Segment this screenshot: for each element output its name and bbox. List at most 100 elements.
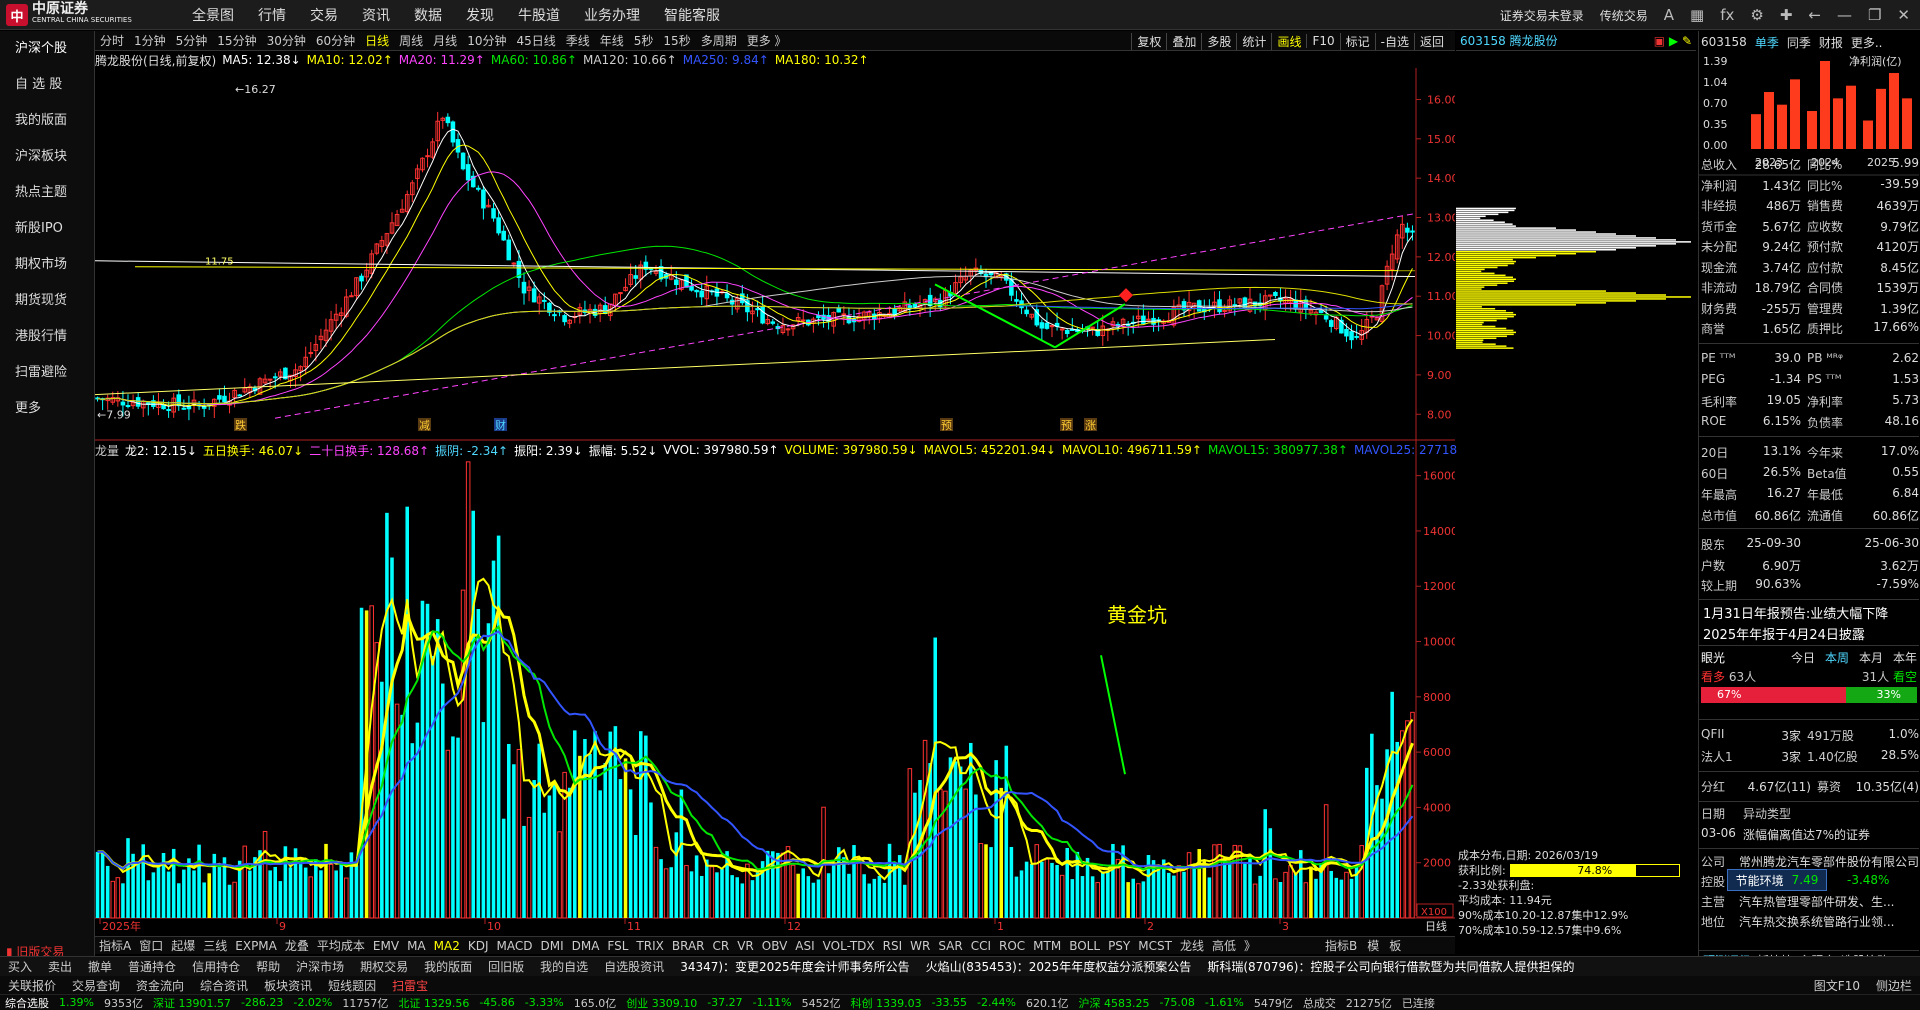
- indicator-tab-13[interactable]: DMA: [568, 939, 604, 953]
- info-tab-0[interactable]: 关联报价: [0, 977, 64, 994]
- info-tab-6[interactable]: 扫雷宝: [384, 977, 436, 994]
- period-7[interactable]: 周线: [394, 32, 428, 49]
- info-right-1[interactable]: 侧边栏: [1868, 977, 1920, 994]
- info-tab-4[interactable]: 板块资讯: [256, 977, 320, 994]
- indicator-tab-8[interactable]: MA: [403, 939, 430, 953]
- period-12[interactable]: 年线: [595, 32, 629, 49]
- period-8[interactable]: 月线: [428, 32, 462, 49]
- leftnav-item-8[interactable]: 港股行情: [0, 319, 94, 355]
- chart-tool-5[interactable]: F10: [1306, 34, 1339, 48]
- indicator-tab-0[interactable]: 指标A: [95, 937, 135, 954]
- indicator-tab-15[interactable]: TRIX: [632, 939, 667, 953]
- indicator-right-2[interactable]: 板: [1384, 937, 1406, 954]
- chip-tool-icons[interactable]: ▣ ▶ ✎: [1654, 34, 1692, 48]
- function-button-4[interactable]: 信用持仓: [184, 958, 248, 975]
- function-button-0[interactable]: 买入: [0, 958, 40, 975]
- grid-icon[interactable]: ▦: [1690, 6, 1704, 24]
- indicator-tab-10[interactable]: KDJ: [464, 939, 493, 953]
- menu-item-7[interactable]: 业务办理: [572, 5, 652, 25]
- indicator-tab-27[interactable]: MTM: [1029, 939, 1065, 953]
- event-row[interactable]: 03-06 涨幅偏离值达7%的证券: [1701, 826, 1919, 847]
- chart-tool-2[interactable]: 多股: [1201, 32, 1236, 50]
- login-status[interactable]: 证券交易未登录: [1500, 7, 1584, 24]
- settings-icon[interactable]: ⚙: [1750, 6, 1763, 24]
- period-15[interactable]: 多周期: [696, 32, 742, 49]
- chart-tool-3[interactable]: 统计: [1236, 32, 1271, 50]
- right-tab-0[interactable]: 单季: [1755, 34, 1779, 51]
- indicator-tab-18[interactable]: VR: [733, 939, 758, 953]
- restore-icon[interactable]: ❐: [1868, 6, 1881, 24]
- info-tab-3[interactable]: 综合资讯: [192, 977, 256, 994]
- menu-item-1[interactable]: 行情: [246, 5, 298, 25]
- period-0[interactable]: 分时: [95, 32, 129, 49]
- period-13[interactable]: 5秒: [629, 32, 659, 49]
- close-icon[interactable]: ✕: [1897, 6, 1910, 24]
- trade-mode[interactable]: 传统交易: [1600, 7, 1648, 24]
- menu-item-6[interactable]: 牛股道: [506, 5, 572, 25]
- info-right-0[interactable]: 图文F10: [1806, 977, 1868, 994]
- eye-tab-1[interactable]: 本周: [1825, 649, 1849, 666]
- period-11[interactable]: 季线: [561, 32, 595, 49]
- minimize-icon[interactable]: —: [1837, 6, 1852, 24]
- function-button-7[interactable]: 期权交易: [352, 958, 416, 975]
- indicator-tab-24[interactable]: SAR: [934, 939, 966, 953]
- chart-tool-8[interactable]: 返回: [1413, 32, 1449, 50]
- period-6[interactable]: 日线: [360, 32, 394, 49]
- function-button-11[interactable]: 自选股资讯: [596, 958, 672, 975]
- indicator-tab-20[interactable]: ASI: [791, 939, 818, 953]
- period-10[interactable]: 45日线: [511, 32, 560, 49]
- indicator-tab-28[interactable]: BOLL: [1065, 939, 1104, 953]
- formula-icon[interactable]: fx: [1720, 6, 1734, 24]
- leftnav-item-0[interactable]: 沪深个股: [0, 31, 94, 67]
- function-button-10[interactable]: 我的自选: [532, 958, 596, 975]
- indicator-tab-2[interactable]: 起爆: [167, 937, 199, 954]
- skin-icon[interactable]: ✚: [1780, 6, 1793, 24]
- leftnav-item-7[interactable]: 期货现货: [0, 283, 94, 319]
- function-button-3[interactable]: 普通持仓: [120, 958, 184, 975]
- indicator-tab-7[interactable]: EMV: [369, 939, 403, 953]
- function-button-9[interactable]: 回旧版: [480, 958, 532, 975]
- indicator-tab-6[interactable]: 平均成本: [313, 937, 369, 954]
- leftnav-item-4[interactable]: 热点主题: [0, 175, 94, 211]
- indicator-tab-17[interactable]: CR: [709, 939, 734, 953]
- indicator-tab-9[interactable]: MA2: [430, 939, 464, 953]
- indicator-tab-5[interactable]: 龙叠: [281, 937, 313, 954]
- leftnav-item-6[interactable]: 期权市场: [0, 247, 94, 283]
- indicator-tab-14[interactable]: FSL: [603, 939, 632, 953]
- indicator-tab-22[interactable]: RSI: [879, 939, 907, 953]
- function-button-6[interactable]: 沪深市场: [288, 958, 352, 975]
- right-tab-2[interactable]: 财报: [1819, 34, 1843, 51]
- period-2[interactable]: 5分钟: [171, 32, 213, 49]
- indicator-tab-33[interactable]: 》: [1240, 937, 1260, 954]
- period-3[interactable]: 15分钟: [212, 32, 261, 49]
- period-4[interactable]: 30分钟: [262, 32, 311, 49]
- period-16[interactable]: 更多 》: [742, 32, 792, 49]
- info-tab-2[interactable]: 资金流向: [128, 977, 192, 994]
- notice-1[interactable]: 1月31日年报预告:业绩大幅下降: [1703, 603, 1888, 622]
- indicator-tab-16[interactable]: BRAR: [668, 939, 709, 953]
- chart-tool-7[interactable]: -自选: [1374, 32, 1414, 50]
- indicator-tab-23[interactable]: WR: [906, 939, 934, 953]
- leftnav-item-1[interactable]: 自 选 股: [0, 67, 94, 103]
- right-tab-3[interactable]: 更多..: [1851, 34, 1883, 51]
- menu-item-8[interactable]: 智能客服: [652, 5, 732, 25]
- indicator-tab-1[interactable]: 窗口: [135, 937, 167, 954]
- leftnav-item-9[interactable]: 扫雷避险: [0, 355, 94, 391]
- leftnav-item-3[interactable]: 沪深板块: [0, 139, 94, 175]
- news-ticker-item[interactable]: 34347)：变更2025年度会计师事务所公告: [672, 958, 917, 975]
- chart-tool-1[interactable]: 叠加: [1166, 32, 1201, 50]
- menu-item-2[interactable]: 交易: [298, 5, 350, 25]
- leftnav-item-5[interactable]: 新股IPO: [0, 211, 94, 247]
- period-14[interactable]: 15秒: [658, 32, 695, 49]
- function-button-1[interactable]: 卖出: [40, 958, 80, 975]
- eye-tab-3[interactable]: 本年: [1893, 649, 1917, 666]
- function-button-2[interactable]: 撤单: [80, 958, 120, 975]
- chart-tool-6[interactable]: 标记: [1339, 32, 1375, 50]
- period-1[interactable]: 1分钟: [129, 32, 171, 49]
- eye-tab-2[interactable]: 本月: [1859, 649, 1883, 666]
- menu-item-4[interactable]: 数据: [402, 5, 454, 25]
- indicator-tab-3[interactable]: 三线: [199, 937, 231, 954]
- indicator-tab-21[interactable]: VOL-TDX: [819, 939, 879, 953]
- font-size-icon[interactable]: A: [1664, 6, 1674, 24]
- notice-2[interactable]: 2025年年报于4月24日披露: [1703, 624, 1865, 643]
